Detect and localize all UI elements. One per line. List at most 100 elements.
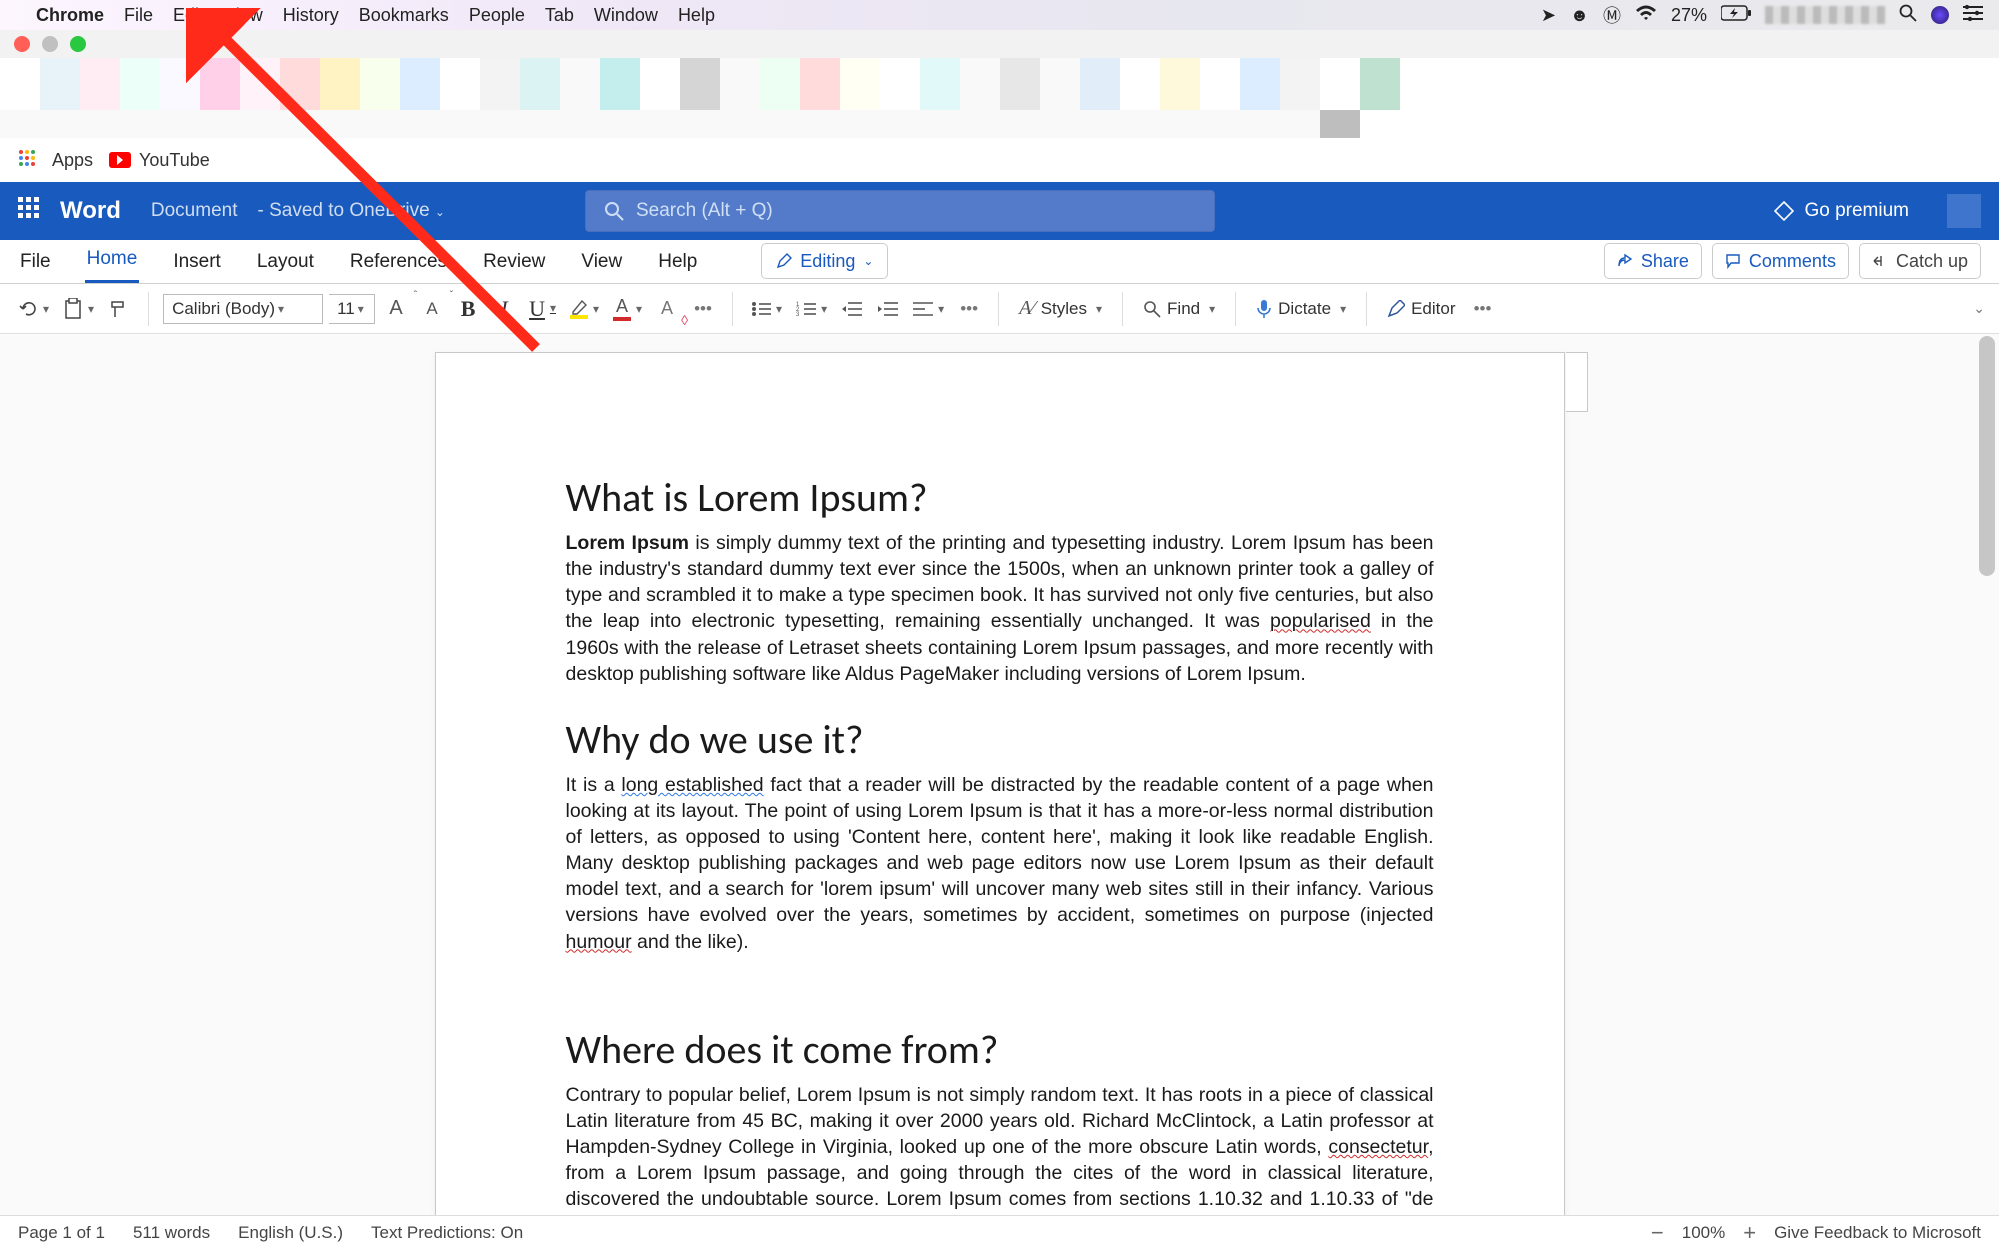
tab-references[interactable]: References: [348, 241, 449, 283]
menu-app-name[interactable]: Chrome: [36, 5, 104, 26]
paste-button[interactable]: [59, 292, 98, 326]
status-icon[interactable]: ➤: [1541, 5, 1556, 26]
document-name[interactable]: Document: [151, 200, 238, 222]
svg-text:3: 3: [796, 312, 800, 317]
shrink-font-button[interactable]: Aˇ: [417, 292, 447, 326]
find-button[interactable]: Find: [1137, 292, 1221, 326]
heading-2[interactable]: Why do we use it?: [566, 715, 1434, 764]
more-font-options-button[interactable]: •••: [688, 292, 718, 326]
siri-icon[interactable]: [1931, 6, 1949, 24]
wifi-icon[interactable]: [1635, 5, 1657, 26]
ribbon-tabs: File Home Insert Layout References Revie…: [0, 240, 1999, 284]
more-paragraph-button[interactable]: •••: [954, 292, 984, 326]
window-traffic-lights: [0, 30, 1999, 58]
tab-insert[interactable]: Insert: [171, 241, 223, 283]
menu-window[interactable]: Window: [594, 5, 658, 26]
menu-help[interactable]: Help: [678, 5, 715, 26]
status-icon[interactable]: Ⓜ: [1603, 2, 1621, 28]
app-launcher-icon[interactable]: [18, 197, 40, 225]
collapse-ribbon-button[interactable]: ⌄: [1973, 300, 1985, 317]
bullets-button[interactable]: [747, 292, 786, 326]
numbering-button[interactable]: 123: [792, 292, 831, 326]
status-icon[interactable]: ☻: [1570, 5, 1589, 26]
decrease-indent-button[interactable]: [837, 292, 867, 326]
share-label: Share: [1641, 251, 1689, 272]
zoom-in-button[interactable]: +: [1743, 1220, 1756, 1246]
close-window-button[interactable]: [14, 36, 30, 52]
account-avatar[interactable]: [1947, 194, 1981, 228]
scrollbar-thumb[interactable]: [1979, 336, 1995, 576]
menu-people[interactable]: People: [469, 5, 525, 26]
apps-grid-icon[interactable]: [18, 149, 36, 172]
blurred-region: [1765, 6, 1885, 24]
tab-review[interactable]: Review: [481, 241, 547, 283]
menu-history[interactable]: History: [283, 5, 339, 26]
share-button[interactable]: Share: [1604, 243, 1702, 279]
status-words[interactable]: 511 words: [133, 1223, 210, 1243]
align-button[interactable]: [909, 292, 948, 326]
paragraph[interactable]: Lorem Ipsum is simply dummy text of the …: [566, 530, 1434, 687]
next-page-edge: [1566, 352, 1588, 412]
chrome-bookmarks-bar: Apps YouTube: [0, 138, 1999, 182]
control-center-icon[interactable]: [1963, 5, 1983, 26]
battery-percent: 27%: [1671, 5, 1707, 26]
heading-1[interactable]: What is Lorem Ipsum?: [566, 473, 1434, 522]
font-size-select[interactable]: 11: [329, 294, 375, 324]
status-page[interactable]: Page 1 of 1: [18, 1223, 105, 1243]
page[interactable]: What is Lorem Ipsum? Lorem Ipsum is simp…: [435, 352, 1565, 1215]
status-language[interactable]: English (U.S.): [238, 1223, 343, 1243]
tab-home[interactable]: Home: [85, 238, 140, 283]
search-box[interactable]: Search (Alt + Q): [585, 190, 1215, 232]
document-canvas[interactable]: What is Lorem Ipsum? Lorem Ipsum is simp…: [0, 334, 1999, 1215]
go-premium-button[interactable]: Go premium: [1774, 200, 1909, 222]
status-bar: Page 1 of 1 511 words English (U.S.) Tex…: [0, 1215, 1999, 1249]
menu-view[interactable]: View: [224, 5, 263, 26]
format-painter-button[interactable]: [104, 292, 134, 326]
spotlight-icon[interactable]: [1899, 4, 1917, 27]
menu-bookmarks[interactable]: Bookmarks: [359, 5, 449, 26]
battery-icon[interactable]: [1721, 5, 1751, 26]
menu-file[interactable]: File: [124, 5, 153, 26]
chrome-tabstrip-blurred: [0, 58, 1999, 110]
highlight-button[interactable]: [566, 292, 603, 326]
dictate-button[interactable]: Dictate: [1250, 292, 1352, 326]
status-predictions[interactable]: Text Predictions: On: [371, 1223, 523, 1243]
bookmark-youtube[interactable]: YouTube: [109, 150, 210, 171]
menu-edit[interactable]: Edit: [173, 5, 204, 26]
feedback-link[interactable]: Give Feedback to Microsoft: [1774, 1223, 1981, 1243]
bold-button[interactable]: B: [453, 292, 483, 326]
tab-help[interactable]: Help: [656, 241, 699, 283]
zoom-level[interactable]: 100%: [1682, 1223, 1725, 1243]
undo-button[interactable]: [14, 292, 53, 326]
menu-tab[interactable]: Tab: [545, 5, 574, 26]
vertical-scrollbar[interactable]: [1979, 336, 1995, 1215]
tab-file[interactable]: File: [18, 241, 53, 283]
italic-button[interactable]: I: [489, 292, 519, 326]
minimize-window-button[interactable]: [42, 36, 58, 52]
grow-font-button[interactable]: Aˆ: [381, 292, 411, 326]
ribbon-overflow-button[interactable]: •••: [1468, 292, 1498, 326]
catch-up-button[interactable]: Catch up: [1859, 243, 1981, 279]
styles-button[interactable]: A⁄Styles: [1013, 292, 1108, 326]
editor-button[interactable]: Editor: [1381, 292, 1461, 326]
editing-mode-button[interactable]: Editing ⌄: [761, 243, 888, 279]
underline-button[interactable]: U: [525, 292, 560, 326]
saved-state[interactable]: - Saved to OneDrive ⌄: [258, 200, 445, 222]
heading-3[interactable]: Where does it come from?: [566, 1025, 1434, 1074]
clear-formatting-button[interactable]: A◊: [652, 292, 682, 326]
tab-view[interactable]: View: [579, 241, 624, 283]
word-app-name[interactable]: Word: [60, 197, 121, 225]
increase-indent-button[interactable]: [873, 292, 903, 326]
font-name-select[interactable]: Calibri (Body): [163, 294, 323, 324]
bookmark-youtube-label: YouTube: [139, 150, 210, 171]
font-color-button[interactable]: A: [609, 292, 646, 326]
paragraph[interactable]: It is a long established fact that a rea…: [566, 772, 1434, 955]
tab-layout[interactable]: Layout: [255, 241, 316, 283]
comments-button[interactable]: Comments: [1712, 243, 1849, 279]
bookmark-apps[interactable]: Apps: [52, 150, 93, 171]
paragraph[interactable]: Contrary to popular belief, Lorem Ipsum …: [566, 1082, 1434, 1215]
zoom-out-button[interactable]: −: [1651, 1220, 1664, 1246]
comments-label: Comments: [1749, 251, 1836, 272]
maximize-window-button[interactable]: [70, 36, 86, 52]
search-placeholder: Search (Alt + Q): [636, 200, 773, 222]
